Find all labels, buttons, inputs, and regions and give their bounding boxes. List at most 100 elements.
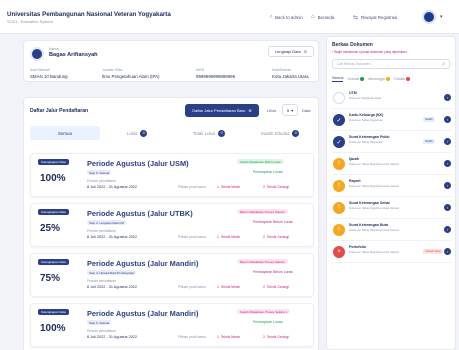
program-choice-link[interactable]: 2. Teknik Geologi — [263, 235, 289, 239]
completeness-tag: Kelengkapan Data — [38, 209, 69, 215]
chevron-down-icon[interactable]: ▾ — [440, 14, 443, 20]
period-label: Periode pendaftaran — [87, 279, 116, 283]
document-item[interactable]: ! Raport Dokumen Tahap Registrasi Awal Upl… — [332, 177, 452, 197]
registration-list-panel: Daftar Jalur Pendaftaran Daftar Jalur Pe… — [23, 97, 319, 350]
period-dates: 8 Juli 2022 - 31 Agustus 2022 — [87, 235, 138, 239]
new-registration-button[interactable]: Daftar Jalur Pendaftaran Baru ⊕ — [185, 104, 259, 117]
document-name: UTM — [349, 91, 357, 95]
program-choice-link[interactable]: 2. Teknik Geologi — [263, 335, 289, 339]
back-to-admin-link[interactable]: ‹ Back to admin — [270, 14, 303, 20]
registration-card[interactable]: Kelengkapan Data 100% Periode Agustus (J… — [30, 153, 314, 197]
document-status-badge: Sudah — [423, 139, 435, 144]
profile-avatar — [30, 47, 44, 61]
page-size-select[interactable]: 5 ▾ — [282, 104, 298, 116]
doc-tab-done[interactable]: Selesai — [347, 77, 365, 81]
doc-tab-rejected[interactable]: Ditolak — [394, 77, 411, 81]
open-document-button[interactable]: › — [444, 248, 451, 255]
document-name: Ijazah — [349, 157, 359, 161]
completeness-tag: Kelengkapan Data — [38, 309, 69, 315]
registration-card[interactable]: Kelengkapan Data 75% Periode Agustus (Ja… — [30, 253, 314, 297]
document-name: Surat Keterangan Polisi — [349, 135, 390, 139]
user-avatar[interactable] — [422, 10, 436, 24]
open-document-button[interactable]: › — [444, 138, 451, 145]
document-item[interactable]: ✓ Kartu Keluarga (KK) Dokumen Tahap Regist… — [332, 111, 452, 131]
complete-data-button[interactable]: Lengkapi Data ⊙ — [268, 46, 314, 57]
open-document-button[interactable]: › — [444, 226, 451, 233]
warning-icon: ! — [333, 224, 345, 236]
completeness-tag: Kelengkapan Data — [38, 159, 69, 165]
completeness-tag: Kelengkapan Data — [38, 259, 69, 265]
home-link[interactable]: ⌂ Beranda — [311, 14, 334, 20]
page-size-value: 5 — [286, 107, 290, 113]
program-choice-link[interactable]: 1. Teknik Mesin — [217, 185, 240, 189]
search-icon: ⌕ — [442, 61, 445, 67]
profile-card: Nama Bagas Arifiansyah Lengkapi Data ⊙ A… — [23, 40, 319, 82]
registration-card[interactable]: Kelengkapan Data 25% Periode Agustus (Ja… — [30, 203, 314, 247]
profile-field-major: Jurusan SMA Ilmu Pengetahuan Alam (IPA) — [102, 68, 160, 79]
period-dates: 8 Juli 2022 - 31 Agustus 2022 — [87, 285, 138, 289]
field-label: Jurusan SMA — [102, 68, 123, 72]
documents-search-input[interactable]: Cari Berkas Dokumen... ⌕ — [332, 59, 450, 69]
warning-icon: ! — [333, 180, 345, 192]
open-document-button[interactable]: › — [444, 204, 451, 211]
open-document-button[interactable]: › — [444, 116, 451, 123]
tab-label: Ditolak — [394, 77, 406, 81]
completeness-percent: 75% — [40, 273, 61, 284]
document-description: Dokumen Tahap Registrasi Awal Upload — [349, 228, 399, 232]
tab-all[interactable]: Semua — [30, 126, 100, 140]
documents-title: Berkas Dokumen — [332, 42, 373, 48]
period-dates: 8 Juli 2022 - 31 Agustus 2022 — [87, 185, 138, 189]
home-label: Beranda — [317, 14, 335, 20]
field-value: 9999999999999999 — [196, 74, 236, 79]
documents-note: * Wajib melakukan Upload dokumen yang di… — [332, 50, 407, 54]
choice-label: Pilihan prodi kamu — [178, 185, 206, 189]
choice-label: Pilihan prodi kamu — [178, 285, 206, 289]
period-label: Periode pendaftaran — [87, 329, 116, 333]
period-title[interactable]: Periode Agustus (Jalur Mandiri) — [87, 309, 198, 318]
name-label: Nama — [49, 47, 59, 51]
document-description: Dokumen Tahap Registrasi Awal Upload — [349, 206, 399, 210]
step-badge: Step 6: Selesai — [87, 320, 112, 325]
tab-label: Selesai — [347, 77, 360, 81]
period-title[interactable]: Periode Agustus (Jalur USM) — [87, 159, 189, 168]
show-suffix: Data — [302, 108, 311, 113]
completeness-percent: 100% — [40, 173, 66, 184]
period-title[interactable]: Periode Agustus (Jalur UTBK) — [87, 209, 193, 218]
documents-panel: Berkas Dokumen * Wajib melakukan Upload … — [326, 36, 456, 350]
period-title[interactable]: Periode Agustus (Jalur Mandiri) — [87, 259, 198, 268]
program-choice-link[interactable]: 1. Teknik Mesin — [217, 335, 240, 339]
document-item[interactable]: ✓ Surat Keterangan Polisi Dokumen Tahap Re… — [332, 133, 452, 153]
history-icon: ⇆ — [353, 15, 359, 21]
step-badge: Step 2: Lengkapi Data Diri — [87, 220, 127, 225]
field-value: SMAN 10 Bandung — [30, 74, 68, 79]
doc-tab-waiting[interactable]: Menunggu — [368, 77, 391, 81]
doc-tab-all[interactable]: Semua — [332, 76, 344, 82]
profile-field-school: Asal Sekolah SMAN 10 Bandung — [30, 68, 68, 79]
status-tabs: Semua Lulus 0 Tidak Lulus 0 Sudah Diluda… — [30, 126, 314, 140]
tab-passed[interactable]: Lulus 0 — [102, 126, 172, 140]
open-document-button[interactable]: › — [444, 160, 451, 167]
document-item[interactable]: ! Ijazah Dokumen Tahap Registrasi Awal Upl… — [332, 155, 452, 175]
document-item[interactable]: × Portofolio Dokumen Tahap Registrasi Awal… — [332, 243, 452, 263]
document-item[interactable]: ! Surat Keterangan Buta Dokumen Tahap Regi… — [332, 221, 452, 241]
count-badge: 0 — [292, 129, 300, 137]
tab-label: Lulus — [126, 130, 138, 136]
document-item[interactable]: UTM Dokumen Registrasi Awal › — [332, 89, 452, 109]
tab-done[interactable]: Sudah Diludas 0 — [246, 126, 314, 140]
open-document-button[interactable]: › — [444, 182, 451, 189]
status-dot — [386, 77, 391, 81]
close-icon: × — [333, 246, 345, 258]
registration-card[interactable]: Kelengkapan Data 100% Periode Agustus (J… — [30, 303, 314, 347]
count-badge: 0 — [140, 129, 148, 137]
open-document-button[interactable]: › — [444, 94, 451, 101]
document-name: Portofolio — [349, 245, 366, 249]
tab-failed[interactable]: Tidak Lulus 0 — [174, 126, 244, 140]
program-choice-link[interactable]: 2. Teknik Geologi — [263, 285, 289, 289]
program-choice-link[interactable]: 1. Teknik Mesin — [217, 235, 240, 239]
program-choice-link[interactable]: 2. Teknik Geologi — [263, 185, 289, 189]
program-choice-link[interactable]: 1. Teknik Mesin — [217, 285, 240, 289]
document-item[interactable]: ! Surat Keterangan Sehat Dokumen Tahap Reg… — [332, 199, 452, 219]
registration-history-link[interactable]: ⇆ Riwayat Registrasi — [353, 14, 397, 21]
registration-list-title: Daftar Jalur Pendaftaran — [30, 108, 89, 114]
check-icon: ✓ — [333, 114, 345, 126]
